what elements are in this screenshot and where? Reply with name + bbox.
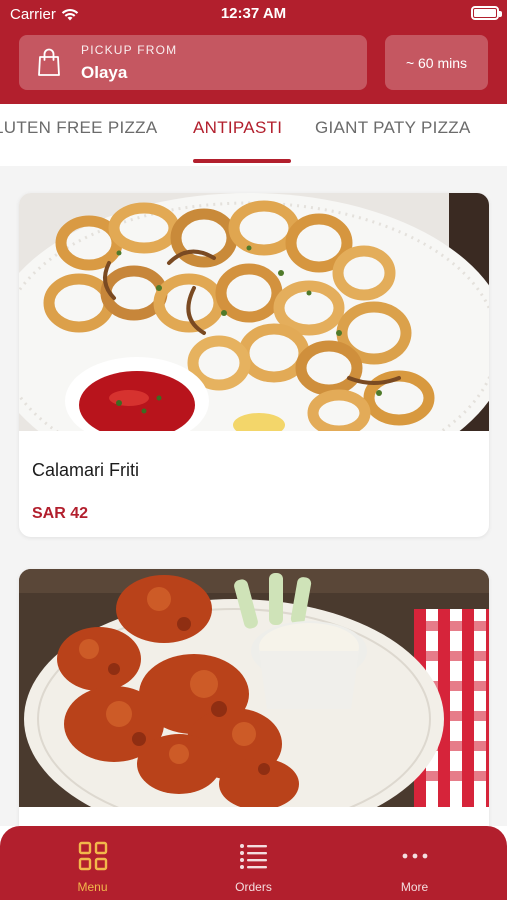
nav-orders[interactable]: Orders: [169, 826, 338, 900]
pickup-location: Olaya: [81, 63, 128, 82]
shopping-bag-icon: [38, 48, 60, 76]
chicken-wings-image: [19, 569, 489, 807]
nav-more[interactable]: More: [330, 826, 499, 900]
nav-menu-label: Menu: [77, 880, 108, 894]
menu-item-price: SAR 42: [32, 505, 89, 522]
calamari-image: [19, 193, 489, 431]
eta-badge[interactable]: ~ 60 mins: [385, 35, 488, 90]
status-bar: Carrier 12:37 AM: [0, 0, 507, 28]
grid-icon: [78, 841, 107, 871]
menu-list: Calamari Friti SAR 42: [0, 166, 507, 826]
status-time: 12:37 AM: [220, 5, 287, 22]
menu-item-card[interactable]: Calamari Friti SAR 42: [19, 193, 489, 537]
menu-item-name: Calamari Friti: [32, 460, 140, 480]
bottom-tab-bar: Menu Orders More: [0, 826, 507, 900]
nav-menu[interactable]: Menu: [8, 826, 177, 900]
more-dots-icon: [402, 853, 427, 859]
tab-gluten-free-pizza[interactable]: LUTEN FREE PIZZA: [0, 118, 158, 138]
menu-item-card[interactable]: [19, 569, 489, 826]
category-tabs: LUTEN FREE PIZZA ANTIPASTI GIANT PATY PI…: [0, 104, 507, 166]
tab-giant-paty-pizza[interactable]: GIANT PATY PIZZA: [315, 118, 471, 138]
battery-icon: [471, 6, 502, 20]
tab-antipasti[interactable]: ANTIPASTI: [193, 118, 282, 138]
app-header: Carrier 12:37 AM PICKUP FROM Olaya ~ 60 …: [0, 0, 507, 104]
pickup-location-selector[interactable]: PICKUP FROM Olaya: [19, 35, 367, 90]
active-tab-indicator: [193, 159, 291, 163]
list-icon: [239, 844, 267, 869]
nav-orders-label: Orders: [235, 880, 272, 894]
eta-text: ~ 60 mins: [405, 54, 468, 71]
nav-more-label: More: [400, 880, 429, 894]
pickup-label: PICKUP FROM: [81, 43, 178, 57]
